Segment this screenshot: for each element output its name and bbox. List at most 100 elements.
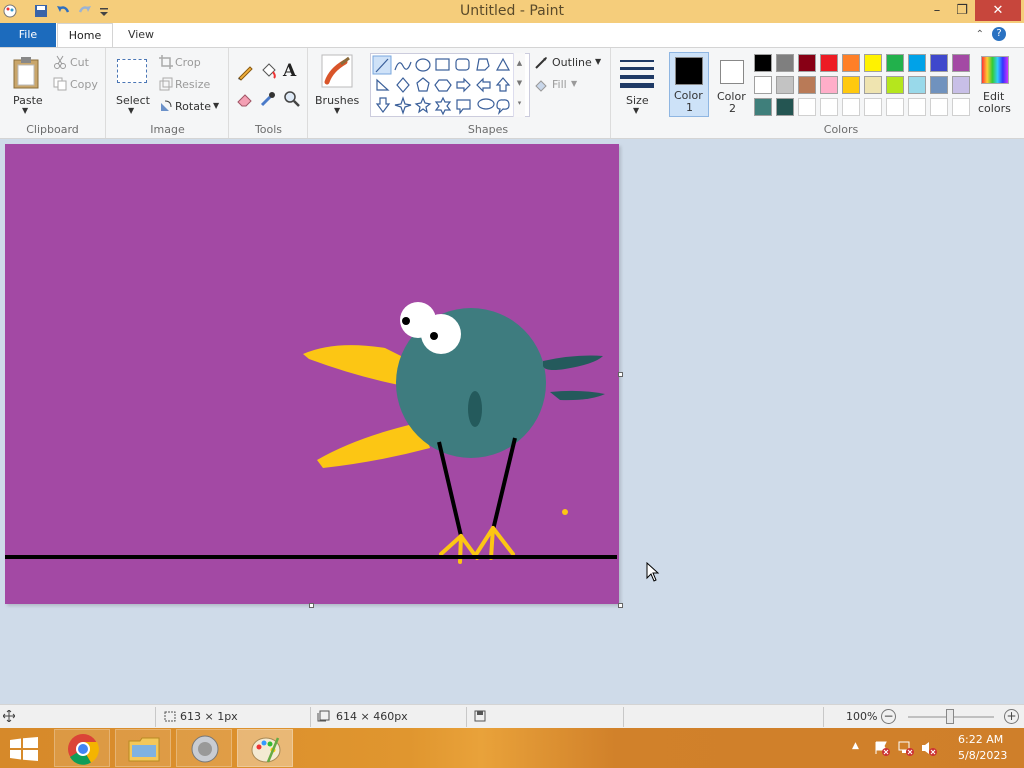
palette-color-swatch[interactable] xyxy=(776,76,794,94)
volume-icon[interactable] xyxy=(921,740,937,756)
clock-date[interactable]: 5/8/2023 xyxy=(958,749,1007,762)
ribbon-tabs: File Home View ⌃ ? xyxy=(0,23,1024,47)
fill-dropdown-icon[interactable]: ▼ xyxy=(571,79,577,88)
cut-button[interactable]: Cut xyxy=(70,56,89,69)
four-point-star-shape-icon xyxy=(394,96,412,115)
restore-button[interactable]: ❐ xyxy=(953,0,971,21)
resize-handle-bottom[interactable] xyxy=(309,603,314,608)
cursor-position-icon xyxy=(3,710,15,722)
rotate-button[interactable]: Rotate xyxy=(175,100,211,113)
palette-color-swatch[interactable] xyxy=(908,54,926,72)
palette-color-swatch[interactable] xyxy=(820,98,838,116)
rotate-dropdown-icon[interactable]: ▼ xyxy=(213,101,219,110)
fill-button[interactable]: Fill xyxy=(552,78,567,91)
up-arrow-shape-icon xyxy=(495,77,511,92)
rectangle-shape-icon xyxy=(435,58,450,71)
windows-start-icon[interactable] xyxy=(10,737,38,761)
palette-color-swatch[interactable] xyxy=(952,54,970,72)
select-dropdown-icon: ▼ xyxy=(128,106,135,115)
palette-color-swatch[interactable] xyxy=(798,98,816,116)
palette-color-swatch[interactable] xyxy=(754,98,772,116)
palette-color-swatch[interactable] xyxy=(864,54,882,72)
taskbar-media[interactable] xyxy=(176,729,232,767)
palette-color-swatch[interactable] xyxy=(908,98,926,116)
paste-button[interactable]: Paste ▼ xyxy=(6,52,46,118)
palette-color-swatch[interactable] xyxy=(864,98,882,116)
palette-color-swatch[interactable] xyxy=(754,54,772,72)
palette-color-swatch[interactable] xyxy=(754,76,772,94)
tab-file[interactable]: File xyxy=(0,23,56,47)
color1-swatch xyxy=(675,57,703,85)
palette-color-swatch[interactable] xyxy=(776,98,794,116)
left-arrow-shape-icon xyxy=(476,77,491,93)
shapes-scrollbar[interactable]: ▲ ▼ ▾ xyxy=(513,53,525,117)
taskbar-file-explorer[interactable] xyxy=(115,729,171,767)
resize-button[interactable]: Resize xyxy=(175,78,210,91)
tail-feather-lower xyxy=(550,390,605,401)
palette-color-swatch[interactable] xyxy=(798,76,816,94)
zoom-in-button[interactable]: + xyxy=(1004,709,1019,724)
crop-button[interactable]: Crop xyxy=(175,56,201,69)
palette-color-swatch[interactable] xyxy=(842,76,860,94)
close-button[interactable]: ✕ xyxy=(975,0,1021,21)
size-button[interactable]: Size ▼ xyxy=(616,52,658,118)
eraser-icon[interactable] xyxy=(236,90,254,108)
palette-color-swatch[interactable] xyxy=(930,98,948,116)
color2-button[interactable]: Color 2 xyxy=(712,52,752,117)
drawing-canvas[interactable] xyxy=(5,144,619,604)
resize-handle-corner[interactable] xyxy=(618,603,623,608)
select-rectangle-icon xyxy=(117,59,147,83)
copy-button[interactable]: Copy xyxy=(70,78,98,91)
edit-colors-button[interactable]: Edit colors xyxy=(975,52,1015,118)
palette-color-swatch[interactable] xyxy=(908,76,926,94)
shapes-gallery-icons xyxy=(372,55,511,116)
window-title: Untitled - Paint xyxy=(460,3,564,19)
palette-color-swatch[interactable] xyxy=(842,54,860,72)
outline-button[interactable]: Outline xyxy=(552,56,592,69)
taskbar-chrome[interactable] xyxy=(54,729,110,767)
text-icon[interactable]: A xyxy=(283,61,296,81)
select-button[interactable]: Select ▼ xyxy=(113,52,151,118)
palette-color-swatch[interactable] xyxy=(798,54,816,72)
tab-view[interactable]: View xyxy=(115,23,167,47)
minimize-button[interactable]: – xyxy=(928,0,946,21)
help-icon[interactable]: ? xyxy=(992,27,1006,41)
palette-color-swatch[interactable] xyxy=(886,76,904,94)
zoom-out-button[interactable]: − xyxy=(881,709,896,724)
left-pupil xyxy=(402,317,410,325)
shapes-gallery xyxy=(370,53,530,117)
palette-color-swatch[interactable] xyxy=(842,98,860,116)
palette-color-swatch[interactable] xyxy=(952,98,970,116)
palette-color-swatch[interactable] xyxy=(820,54,838,72)
brushes-dropdown-icon: ▼ xyxy=(334,106,341,115)
action-center-icon[interactable] xyxy=(874,740,890,756)
brushes-button[interactable]: Brushes ▼ xyxy=(312,52,362,118)
clock-time[interactable]: 6:22 AM xyxy=(958,733,1003,746)
show-hidden-icons[interactable]: ▲ xyxy=(852,741,859,751)
clipboard-group: Paste ▼ Cut Copy Clipboard xyxy=(0,48,106,138)
canvas-workspace[interactable] xyxy=(0,139,1024,704)
palette-color-swatch[interactable] xyxy=(952,76,970,94)
network-icon[interactable] xyxy=(898,740,914,756)
fill-bucket-icon[interactable] xyxy=(259,62,277,80)
clipboard-group-label: Clipboard xyxy=(26,123,79,136)
palette-color-swatch[interactable] xyxy=(930,76,948,94)
color-picker-icon[interactable] xyxy=(259,90,277,108)
mouse-cursor-icon xyxy=(646,562,660,582)
palette-color-swatch[interactable] xyxy=(776,54,794,72)
outline-dropdown-icon[interactable]: ▼ xyxy=(595,57,601,66)
zoom-slider-thumb[interactable] xyxy=(946,709,954,724)
resize-icon xyxy=(159,77,173,91)
magnifier-icon[interactable] xyxy=(283,90,301,108)
taskbar-paint[interactable] xyxy=(237,729,293,767)
palette-color-swatch[interactable] xyxy=(930,54,948,72)
color1-button[interactable]: Color 1 xyxy=(669,52,709,117)
palette-color-swatch[interactable] xyxy=(886,98,904,116)
minimize-ribbon-icon[interactable]: ⌃ xyxy=(976,29,984,40)
pencil-icon[interactable] xyxy=(236,63,254,81)
palette-color-swatch[interactable] xyxy=(886,54,904,72)
resize-handle-right[interactable] xyxy=(618,372,623,377)
tab-home[interactable]: Home xyxy=(57,23,113,47)
palette-color-swatch[interactable] xyxy=(864,76,882,94)
palette-color-swatch[interactable] xyxy=(820,76,838,94)
